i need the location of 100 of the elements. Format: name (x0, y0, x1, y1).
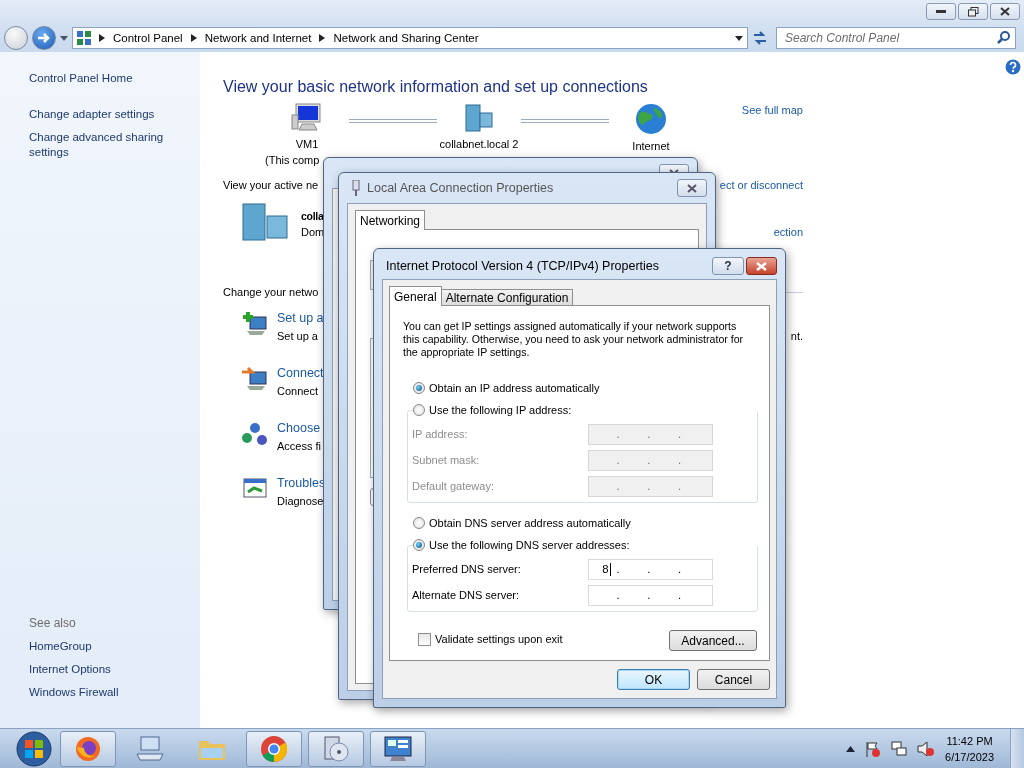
homegroup-icon (241, 421, 269, 447)
search-icon (997, 31, 1010, 44)
flag-icon[interactable] (865, 740, 882, 757)
restore-button[interactable] (958, 3, 988, 20)
task-link[interactable]: Set up a (277, 311, 324, 325)
field-label: Preferred DNS server: (412, 563, 521, 575)
node-sublabel: (This comp (265, 153, 320, 168)
task-description: Connect (277, 384, 318, 399)
forward-button[interactable] (32, 26, 56, 50)
task-description: Set up a (277, 329, 318, 344)
search-field[interactable]: Search Control Panel (776, 27, 1016, 49)
ip-address-field[interactable]: . . . (588, 449, 713, 471)
close-button[interactable] (990, 3, 1020, 20)
close-button[interactable] (746, 257, 777, 275)
network-icon (241, 202, 291, 242)
tab[interactable]: Networking (355, 210, 426, 230)
taskbar-app-button[interactable] (370, 730, 426, 767)
address-bar[interactable]: Control Panel Network and Internet Network and Sharing Center (72, 27, 748, 49)
sidebar-link[interactable]: Internet Options (29, 662, 179, 677)
connect-link[interactable]: ect or disconnect (719, 179, 803, 191)
task-description: Access fi (277, 439, 321, 454)
section-label: See also (29, 616, 77, 631)
sidebar-link[interactable]: Windows Firewall (29, 685, 179, 700)
ip-address-field[interactable]: . . . (588, 423, 713, 445)
connection-link[interactable]: ection (773, 226, 803, 252)
dialog-button[interactable]: OK (617, 669, 690, 690)
ip-address-field[interactable]: 8 . . . (588, 558, 713, 580)
dropdown-icon[interactable] (735, 35, 743, 41)
dialog-button[interactable]: Cancel (697, 669, 770, 690)
checkbox[interactable] (418, 632, 431, 646)
clock[interactable]: 11:42 PM 6/17/2023 (945, 732, 994, 765)
network-status-icon[interactable] (891, 740, 908, 757)
refresh-icon[interactable] (752, 31, 768, 45)
advanced-button[interactable]: Advanced... (669, 630, 757, 651)
volume-muted-icon[interactable] (917, 740, 936, 757)
tab[interactable]: General (389, 286, 442, 306)
field-label: Subnet mask: (412, 454, 480, 466)
network-name: colla (301, 209, 325, 224)
option-label: Use the following DNS server addresses: (429, 539, 630, 551)
taskbar-app-button[interactable] (246, 730, 302, 767)
task-description: nt. (790, 329, 803, 344)
network-setup-icon (241, 311, 269, 337)
chevron-right-icon (190, 34, 197, 42)
node-label: Internet (632, 139, 670, 154)
breadcrumb[interactable]: Network and Internet (204, 32, 312, 44)
radio-button[interactable] (413, 539, 425, 551)
tab[interactable]: Alternate Configuration (440, 289, 574, 306)
back-button[interactable] (4, 26, 28, 50)
task-link[interactable]: Troubles (277, 476, 326, 490)
option-label: Use the following IP address: (429, 404, 572, 416)
globe-icon (635, 103, 667, 135)
radio-button[interactable] (413, 517, 425, 529)
network-adapter-icon (351, 180, 361, 196)
task-link[interactable]: Choose (277, 421, 321, 435)
control-panel-icon (383, 734, 413, 763)
show-hidden-icons-icon[interactable] (846, 745, 856, 752)
arrow-right-icon (37, 32, 51, 44)
server-icon (462, 103, 496, 133)
option-label: Obtain an IP address automatically (429, 382, 600, 394)
sidebar-link[interactable]: Change adapter settings (29, 107, 179, 122)
field-label: Default gateway: (412, 480, 494, 492)
field-label: Alternate DNS server: (412, 589, 519, 601)
computer-icon (135, 734, 165, 763)
section-label: View your active ne (223, 178, 319, 193)
chrome-icon (259, 733, 289, 764)
computer-icon (290, 103, 324, 133)
media-disc-icon (321, 733, 351, 764)
control-panel-icon (77, 31, 91, 45)
page-heading: View your basic network information and set up connections (223, 77, 649, 97)
help-button[interactable]: ? (712, 257, 744, 275)
checkbox-label: Validate settings upon exit (435, 633, 563, 645)
breadcrumb[interactable]: Control Panel (113, 32, 183, 44)
minimize-button[interactable] (926, 3, 956, 20)
ip-address-field[interactable]: . . . (588, 475, 713, 497)
task-link[interactable]: Connect (277, 366, 324, 380)
node-label: VM1 (295, 137, 319, 152)
sidebar-link[interactable]: Control Panel Home (29, 71, 179, 86)
minimize-icon (936, 9, 946, 14)
taskbar-app-button[interactable] (60, 730, 116, 767)
see-full-map-link[interactable]: See full map (741, 104, 803, 116)
ip-address-field[interactable]: . . . (588, 584, 713, 606)
breadcrumb[interactable]: Network and Sharing Center (333, 32, 479, 44)
start-button[interactable] (14, 729, 54, 768)
chevron-right-icon (319, 34, 326, 42)
network-type: Dom (301, 225, 325, 240)
task-description: Diagnose (277, 494, 324, 509)
chevron-right-icon (99, 34, 105, 42)
node-label: collabnet.local 2 (439, 137, 519, 152)
sidebar-link[interactable]: Change advanced sharing settings (29, 130, 179, 160)
radio-button[interactable] (413, 404, 425, 416)
option-label: Obtain DNS server address automatically (429, 517, 631, 529)
radio-button[interactable] (413, 382, 425, 394)
dialog-title: Local Area Connection Properties (367, 181, 555, 195)
restore-icon (967, 6, 979, 17)
network-connect-icon (241, 366, 269, 392)
help-icon[interactable] (1005, 59, 1021, 75)
close-button[interactable] (677, 179, 707, 197)
section-label: Change your netwo (223, 285, 319, 300)
intro-text: You can get IP settings assigned automatically if your network supports this capability. Otherwise, you need to ask your network administrator for the appropriate IP settings. (403, 320, 745, 359)
sidebar-link[interactable]: HomeGroup (29, 639, 179, 654)
